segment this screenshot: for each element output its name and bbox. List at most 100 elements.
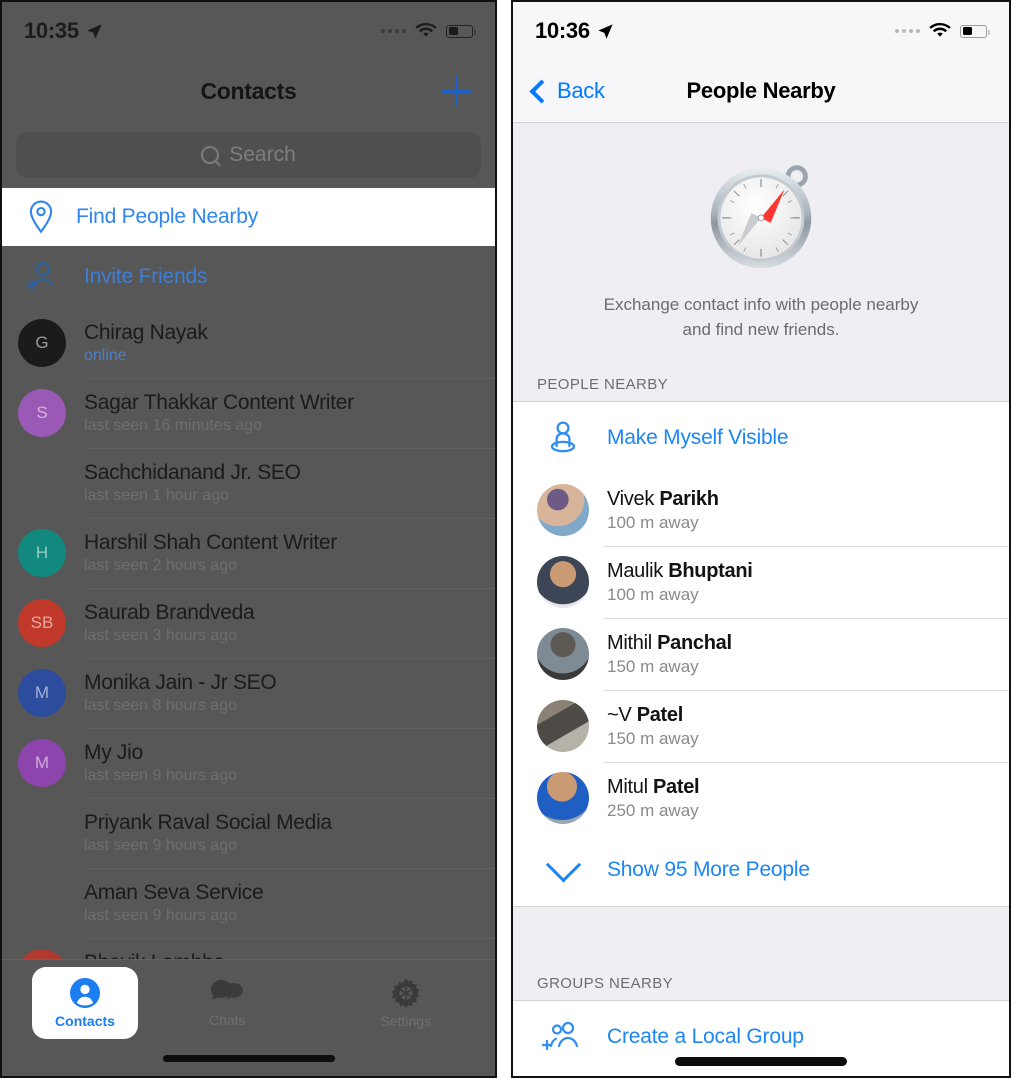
avatar: G — [18, 319, 66, 367]
chevron-down-icon — [537, 844, 589, 896]
contact-name: My Jio — [84, 740, 143, 764]
groups-nearby-section-header: GROUPS NEARBY — [513, 961, 1009, 1001]
contact-row[interactable]: SB Saurab Brandveda last seen 3 hours ago — [2, 588, 495, 658]
search-placeholder: Search — [229, 143, 296, 166]
left-nav-bar: Contacts — [2, 60, 495, 122]
hero-block: Exchange contact info with people nearby… — [513, 123, 1009, 362]
section-gap — [513, 907, 1009, 962]
tab-contacts[interactable]: Contacts — [32, 967, 138, 1039]
contact-text: Priyank Raval Social Media last seen 9 ho… — [84, 811, 332, 855]
right-status-time-group: 10:36 — [535, 18, 614, 44]
contact-name: Monika Jain - Jr SEO — [84, 670, 277, 694]
person-first-name: Mithil — [607, 632, 658, 655]
person-add-icon — [18, 253, 66, 301]
avatar — [537, 484, 589, 537]
person-row[interactable]: Mitul Patel 250 m away — [513, 762, 1009, 834]
avatar — [537, 556, 589, 609]
person-first-name: ~V — [607, 704, 637, 727]
hero-description: Exchange contact info with people nearby… — [604, 293, 919, 342]
avatar — [537, 772, 589, 825]
search-bar-wrap: Search — [2, 122, 495, 188]
status-time: 10:36 — [535, 18, 590, 43]
avatar: M — [18, 669, 66, 717]
left-phone-contacts-screen: 10:35 Contacts Search Find People Nearby… — [0, 0, 497, 1078]
back-label: Back — [557, 78, 605, 103]
contact-text: Aman Seva Service last seen 9 hours ago — [84, 881, 264, 925]
avatar: M — [18, 739, 66, 787]
right-status-bar: 10:36 — [513, 2, 1009, 60]
contact-text: Saurab Brandveda last seen 3 hours ago — [84, 600, 255, 645]
contacts-list[interactable]: Invite Friends G Chirag Nayak online S Sagar… — [2, 246, 495, 1008]
person-name: Mithil Panchal — [607, 631, 732, 655]
search-input[interactable]: Search — [16, 132, 481, 178]
battery-low-icon — [446, 24, 476, 38]
avatar-placeholder — [18, 879, 66, 927]
location-arrow-icon — [598, 23, 613, 39]
person-name: Vivek Parikh — [607, 487, 719, 511]
group-add-icon — [537, 1011, 589, 1063]
contact-row[interactable]: M Monika Jain - Jr SEO last seen 8 hours a… — [2, 658, 495, 728]
person-text: Vivek Parikh 100 m away — [607, 487, 719, 533]
group-row[interactable]: Put Me In Touch With Ahmedabad — [513, 1073, 1009, 1076]
contact-row[interactable]: G Chirag Nayak online — [2, 308, 495, 378]
bottom-tab-bar[interactable]: Contacts Chats Settings — [2, 959, 495, 1076]
person-row[interactable]: Vivek Parikh 100 m away — [513, 474, 1009, 546]
tab-chats[interactable]: Chats — [138, 965, 317, 1041]
contact-status: last seen 3 hours ago — [84, 626, 237, 644]
contact-row[interactable]: S Sagar Thakkar Content Writer last seen 1… — [2, 378, 495, 448]
contact-status: last seen 8 hours ago — [84, 696, 237, 714]
groups-nearby-card: Create a Local Group Put Me In Touch Wit… — [513, 1000, 1009, 1076]
person-distance: 100 m away — [607, 585, 699, 605]
contact-status: last seen 16 minutes ago — [84, 416, 262, 434]
wifi-icon — [415, 23, 437, 37]
contact-text: Sachchidanand Jr. SEO last seen 1 hour ag… — [84, 461, 301, 505]
contact-row[interactable]: M My Jio last seen 9 hours ago — [2, 728, 495, 798]
tab-chats-label: Chats — [208, 1012, 246, 1028]
hero-line-1: Exchange contact info with people nearby — [603, 295, 919, 314]
contact-row[interactable]: Aman Seva Service last seen 9 hours ago — [2, 868, 495, 938]
find-people-nearby-row[interactable]: Find People Nearby — [2, 188, 495, 246]
person-circle-icon — [70, 978, 100, 1008]
gear-icon — [391, 978, 420, 1008]
person-row[interactable]: Maulik Bhuptani 100 m away — [513, 546, 1009, 618]
search-icon — [201, 146, 220, 164]
home-indicator — [675, 1057, 847, 1066]
page-title: Contacts — [200, 77, 297, 104]
plus-icon[interactable] — [441, 76, 471, 106]
person-distance: 150 m away — [607, 729, 699, 749]
contact-text: Sagar Thakkar Content Writer last seen 16… — [84, 391, 354, 435]
make-myself-visible-row[interactable]: Make Myself Visible — [513, 402, 1009, 474]
contact-status: last seen 2 hours ago — [84, 556, 237, 574]
person-location-icon — [537, 412, 589, 464]
contact-text: Harshil Shah Content Writer last seen 2 h… — [84, 531, 337, 575]
person-last-name: Panchal — [657, 632, 732, 655]
right-phone-people-nearby-screen: 10:36 Back People Nearby Exchange contac… — [511, 0, 1011, 1078]
person-name: Mitul Patel — [607, 775, 700, 799]
left-status-indicators — [381, 23, 476, 39]
contact-row[interactable]: Sachchidanand Jr. SEO last seen 1 hour ag… — [2, 448, 495, 518]
create-local-group-label: Create a Local Group — [607, 1025, 804, 1049]
show-more-people-row[interactable]: Show 95 More People — [513, 834, 1009, 906]
avatar — [537, 628, 589, 681]
contact-row[interactable]: Priyank Raval Social Media last seen 9 ho… — [2, 798, 495, 868]
screenshot-stage: 10:35 Contacts Search Find People Nearby… — [0, 0, 1011, 1078]
tab-settings[interactable]: Settings — [317, 965, 496, 1041]
invite-friends-row[interactable]: Invite Friends — [2, 246, 495, 308]
contact-name: Sachchidanand Jr. SEO — [84, 460, 301, 484]
person-last-name: Patel — [652, 776, 700, 799]
person-row[interactable]: Mithil Panchal 150 m away — [513, 618, 1009, 690]
person-last-name: Parikh — [659, 488, 719, 511]
invite-friends-label: Invite Friends — [84, 265, 208, 288]
compass-icon — [710, 165, 812, 269]
right-content: Exchange contact info with people nearby… — [513, 123, 1009, 1076]
avatar: H — [18, 529, 66, 577]
cellular-dots-icon — [895, 29, 920, 33]
show-more-people-label: Show 95 More People — [607, 858, 810, 882]
back-button[interactable]: Back — [513, 78, 605, 104]
find-people-nearby-label: Find People Nearby — [76, 205, 259, 228]
person-text: Mithil Panchal 150 m away — [607, 631, 732, 677]
contact-row[interactable]: H Harshil Shah Content Writer last seen 2 … — [2, 518, 495, 588]
contact-name: Priyank Raval Social Media — [84, 810, 332, 834]
contact-name: Saurab Brandveda — [84, 600, 255, 624]
person-row[interactable]: ~V Patel 150 m away — [513, 690, 1009, 762]
